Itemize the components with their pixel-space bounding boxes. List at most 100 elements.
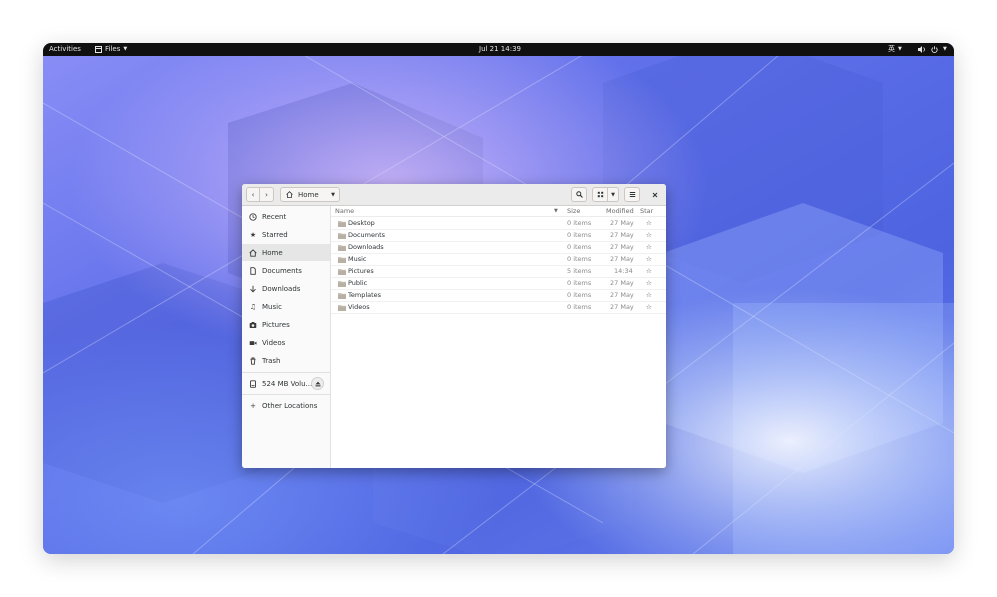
camera-icon [249,321,257,329]
folder-icon [338,269,346,275]
file-modified: 27 May [610,303,634,311]
sidebar-item-home[interactable]: Home [242,244,330,261]
file-name: Videos [348,303,370,311]
activities-button[interactable]: Activities [49,43,81,56]
close-button[interactable] [648,187,662,202]
files-icon [95,46,102,53]
drive-icon [249,379,257,388]
table-row[interactable]: Documents 0 items 27 May ☆ [331,230,666,242]
star-icon[interactable]: ☆ [646,218,652,229]
app-menu[interactable]: Files ▼ [95,43,127,56]
folder-icon [338,293,346,299]
star-icon[interactable]: ☆ [646,230,652,241]
chevron-down-icon: ▼ [123,46,128,52]
sidebar-item-music[interactable]: ♫ Music [242,298,330,315]
sidebar-item-documents[interactable]: Documents [242,262,330,279]
sidebar-divider [242,394,330,395]
input-method-label: 英 [888,45,895,53]
view-options-button[interactable]: ▼ [608,187,619,202]
sidebar-item-label: 524 MB Volu... [262,379,313,388]
file-size: 5 items [567,267,592,275]
sidebar-item-label: Recent [262,212,287,221]
top-bar: Activities Files ▼ Jul 21 14:39 英 ▼ ▼ [43,43,954,56]
eject-button[interactable] [311,377,324,390]
column-size-header[interactable]: Size [567,206,580,217]
column-modified-header[interactable]: Modified [606,206,634,217]
file-modified: 27 May [610,291,634,299]
folder-icon [338,305,346,311]
sidebar-item-label: Videos [262,338,286,347]
view-mode-button[interactable] [592,187,608,202]
sidebar-divider [242,372,330,373]
file-name: Templates [348,291,382,299]
star-icon[interactable]: ☆ [646,302,652,313]
places-sidebar: Recent ★ Starred Home Documents Download… [242,206,331,468]
table-row[interactable]: Downloads 0 items 27 May ☆ [331,242,666,254]
file-size: 0 items [567,291,592,299]
forward-button[interactable]: › [260,187,274,202]
file-size: 0 items [567,279,592,287]
folder-icon [338,257,346,263]
clock[interactable]: Jul 21 14:39 [479,43,521,56]
star-icon[interactable]: ☆ [646,254,652,265]
folder-icon [338,233,346,239]
sidebar-item-label: Pictures [262,320,290,329]
file-list: Name ▼ Size Modified Star Desktop 0 item… [331,206,666,468]
sidebar-item-recent[interactable]: Recent [242,208,330,225]
sidebar-item-label: Other Locations [262,401,318,410]
star-icon[interactable]: ☆ [646,266,652,277]
home-icon [249,248,257,257]
sidebar-item-pictures[interactable]: Pictures [242,316,330,333]
folder-icon [338,221,346,227]
star-icon[interactable]: ☆ [646,242,652,253]
clock-icon [249,212,257,221]
sort-descending-icon: ▼ [554,208,558,214]
table-row[interactable]: Music 0 items 27 May ☆ [331,254,666,266]
system-menu[interactable]: ▼ [918,43,947,56]
sidebar-item-videos[interactable]: Videos [242,334,330,351]
table-row[interactable]: Videos 0 items 27 May ☆ [331,302,666,314]
chevron-down-icon: ▼ [943,46,947,52]
input-method-menu[interactable]: 英 ▼ [888,43,902,56]
table-row[interactable]: Desktop 0 items 27 May ☆ [331,218,666,230]
location-path-button[interactable]: Home ▼ [280,187,340,202]
main-menu-button[interactable] [624,187,640,202]
sidebar-item-label: Starred [262,230,288,239]
file-modified: 27 May [610,279,634,287]
chevron-down-icon: ▼ [898,46,902,52]
sidebar-item-trash[interactable]: Trash [242,352,330,369]
folder-icon [338,281,346,287]
back-button[interactable]: ‹ [246,187,260,202]
folder-icon [338,245,346,251]
music-icon: ♫ [249,302,257,311]
star-icon[interactable]: ☆ [646,278,652,289]
file-size: 0 items [567,303,592,311]
star-icon[interactable]: ☆ [646,290,652,301]
column-name-header[interactable]: Name [335,206,354,217]
clock-label: Jul 21 14:39 [479,45,521,53]
file-name: Public [348,279,368,287]
table-row[interactable]: Pictures 5 items 14:34 ☆ [331,266,666,278]
search-button[interactable] [571,187,587,202]
column-star-header[interactable]: Star [640,206,653,217]
sidebar-item-label: Home [262,248,283,257]
location-label: Home [298,190,319,199]
file-name: Pictures [348,267,374,275]
star-icon: ★ [249,230,257,239]
table-row[interactable]: Templates 0 items 27 May ☆ [331,290,666,302]
file-modified: 27 May [610,219,634,227]
sidebar-item-other-locations[interactable]: + Other Locations [242,397,330,414]
video-icon [249,339,257,347]
file-name: Desktop [348,219,375,227]
file-modified: 27 May [610,243,634,251]
chevron-down-icon: ▼ [611,191,615,198]
file-size: 0 items [567,255,592,263]
table-row[interactable]: Public 0 items 27 May ☆ [331,278,666,290]
home-icon [286,191,293,198]
sidebar-item-downloads[interactable]: Downloads [242,280,330,297]
file-modified: 27 May [610,255,634,263]
file-size: 0 items [567,231,592,239]
file-modified: 27 May [610,231,634,239]
plus-icon: + [250,401,256,410]
sidebar-item-starred[interactable]: ★ Starred [242,226,330,243]
